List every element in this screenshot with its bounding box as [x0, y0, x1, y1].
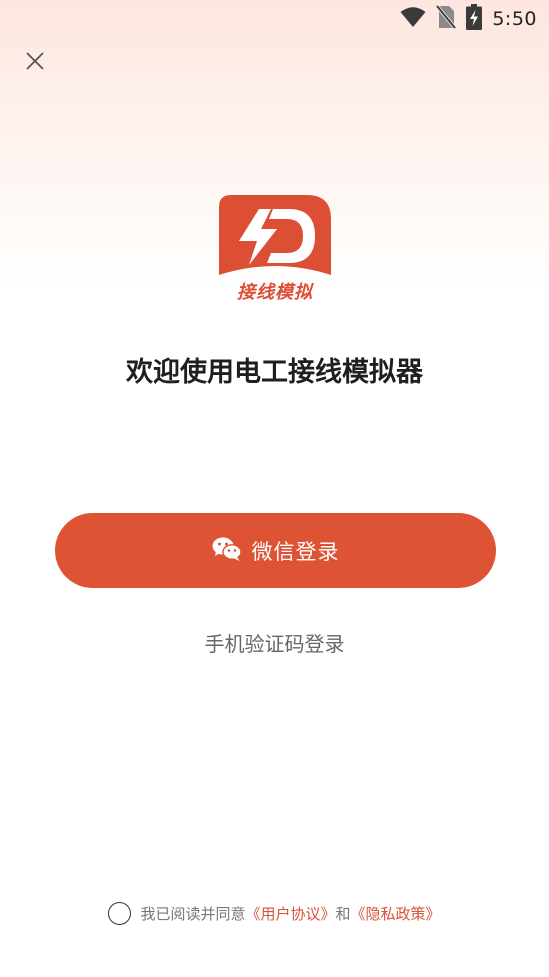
close-icon[interactable]: [25, 51, 45, 75]
agreement-prefix: 我已阅读并同意: [140, 905, 246, 923]
user-agreement-link[interactable]: 《用户协议》: [245, 903, 335, 924]
agreement-row: 我已阅读并同意 《用户协议》 和 《隐私政策》: [0, 902, 549, 925]
wifi-icon: [400, 6, 426, 32]
wechat-icon: [212, 536, 242, 566]
sms-login-link[interactable]: 手机验证码登录: [0, 628, 549, 657]
wechat-login-label: 微信登录: [251, 539, 340, 564]
close-button[interactable]: [20, 48, 50, 78]
status-icons: 5:50: [400, 4, 537, 34]
page-title: 欢迎使用电工接线模拟器: [126, 357, 423, 388]
status-bar: 5:50: [0, 0, 549, 38]
wechat-login-button[interactable]: 微信登录: [55, 513, 496, 588]
status-time: 5:50: [492, 8, 537, 30]
app-logo: 接线模拟: [219, 195, 331, 303]
agree-checkbox[interactable]: [108, 902, 132, 925]
logo-text: 接线模拟: [237, 282, 313, 303]
battery-charging-icon: [466, 4, 483, 34]
agreement-conjunction: 和: [335, 905, 351, 923]
privacy-policy-link[interactable]: 《隐私政策》: [351, 903, 441, 924]
no-sim-icon: [435, 4, 457, 33]
